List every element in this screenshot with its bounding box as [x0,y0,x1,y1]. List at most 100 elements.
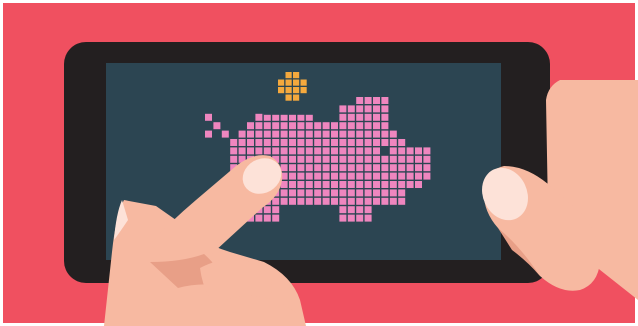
pig-pixel [263,139,271,146]
pig-pixel [339,172,347,180]
pig-pixel [389,130,397,138]
pig-pixel [406,155,414,163]
pig-pixel [314,130,322,138]
pig-pixel [289,113,296,121]
pig-pixel [280,139,288,146]
pig-pixel [373,139,380,146]
pig-pixel [230,147,238,155]
pig-pixel [389,155,397,163]
pig-pixel [347,105,355,113]
coin-pixel [278,79,285,86]
pig-pixel [280,130,288,138]
pig-pixel [297,122,305,130]
pig-pixel [230,155,238,163]
pig-pixel [247,122,254,130]
pig-pixel [289,155,296,163]
pig-pixel [373,181,380,188]
pig-pixel [331,164,338,172]
pig-pixel [247,147,254,155]
pig-pixel [347,130,355,138]
pig-pixel [314,189,322,197]
pig-pixel [247,130,254,138]
pig-pixel [322,122,330,130]
pig-pixel [406,164,414,172]
pig-pixel [356,122,364,130]
pig-pixel [415,172,422,180]
pig-pixel [272,147,280,155]
pig-pixel [364,122,372,130]
pig-pixel [238,147,246,155]
pig-pixel [373,189,380,197]
pig-pixel [364,105,372,113]
pig-pixel [305,164,313,172]
pig-pixel [314,147,322,155]
pig-pixel [356,172,364,180]
pig-pixel [356,206,364,214]
pig-pixel [364,181,372,188]
pig-pixel [297,155,305,163]
pig-pixel [356,97,364,104]
pig-pixel [381,172,389,180]
pig-pixel [297,197,305,205]
pig-pixel [331,139,338,146]
pig-pixel [263,206,271,214]
pig-pixel [347,197,355,205]
pig-pixel [381,139,389,146]
pig-pixel [280,155,288,163]
pig-pixel [280,164,288,172]
pig-pixel [322,189,330,197]
pig-pixel [263,130,271,138]
pig-pixel [280,189,288,197]
pig-pixel [272,113,280,121]
pig-pixel [398,172,406,180]
pig-pixel [322,139,330,146]
pig-pixel [322,172,330,180]
pig-pixel [280,122,288,130]
pig-pixel [314,181,322,188]
pig-pixel [356,197,364,205]
pig-pixel [356,139,364,146]
pig-pixel [356,105,364,113]
pig-pixel [339,105,347,113]
pig-pixel [272,130,280,138]
pig-pixel [389,164,397,172]
pig-pixel [322,147,330,155]
pig-pixel [305,197,313,205]
pig-pixel [314,164,322,172]
pig-pixel [305,172,313,180]
pig-pixel [297,172,305,180]
pig-pixel [423,155,431,163]
pig-pixel [305,139,313,146]
pig-pixel [373,113,380,121]
pig-pixel [339,113,347,121]
pig-pixel [373,97,380,104]
pig-pixel [238,139,246,146]
pig-pixel [364,164,372,172]
pig-pixel [398,155,406,163]
pig-pixel [263,214,271,222]
coin-pixel [300,79,307,86]
pig-pixel [305,130,313,138]
pig-pixel [289,139,296,146]
pig-pixel [381,181,389,188]
pig-pixel [381,122,389,130]
pig-pixel [322,197,330,205]
pig-pixel [205,130,212,138]
pig-pixel [289,164,296,172]
pig-pixel [255,130,263,138]
pig-pixel [373,172,380,180]
pig-pixel [263,113,271,121]
pig-pixel [339,181,347,188]
pig-pixel [339,122,347,130]
pig-pixel [381,97,389,104]
pig-pixel [263,122,271,130]
coin-pixel [285,72,292,79]
pig-pixel [373,164,380,172]
pig-pixel [347,214,355,222]
coin-pixel [293,87,300,94]
pig-pixel [339,147,347,155]
pig-pixel [381,189,389,197]
coin-pixel [293,94,300,101]
pig-pixel [213,122,221,130]
pig-pixel [305,155,313,163]
